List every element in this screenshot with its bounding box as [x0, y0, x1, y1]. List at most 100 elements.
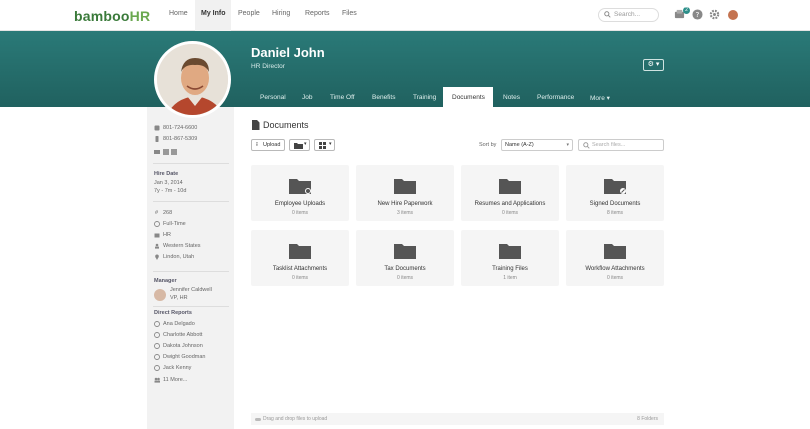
nav-hiring[interactable]: Hiring — [272, 10, 290, 17]
nav-home[interactable]: Home — [169, 10, 188, 17]
global-search-input[interactable]: Search... — [598, 8, 659, 22]
tab-performance[interactable]: Performance — [537, 94, 574, 101]
tab-benefits[interactable]: Benefits — [372, 94, 396, 101]
folder-resumes-and-applications[interactable]: Resumes and Applications 0 items — [461, 165, 559, 221]
employee-number-icon: # — [155, 210, 159, 216]
app-window: bambooHR Home My Info People Hiring Repo… — [0, 0, 810, 429]
svg-text:?: ? — [696, 10, 700, 19]
file-search-input[interactable]: Search files... — [578, 139, 664, 151]
upload-button[interactable]: ⭱ Upload — [251, 139, 285, 151]
sidebar-divider — [153, 163, 229, 164]
employee-job-title: HR Director — [251, 63, 285, 70]
new-folder-button[interactable]: ▾ — [289, 139, 310, 151]
folder-new-hire-paperwork[interactable]: New Hire Paperwork 3 items — [356, 165, 454, 221]
folder-add-icon — [294, 143, 303, 149]
clock-icon — [154, 221, 160, 227]
hire-date-value: Jan 3, 2014 — [154, 180, 183, 186]
direct-report-item[interactable]: Charlotte Abbott — [163, 332, 202, 338]
folder-count: 0 items — [291, 210, 309, 216]
sort-select-value: Name (A-Z) — [505, 142, 534, 148]
folder-icon — [499, 244, 521, 259]
folder-name: Signed Documents — [589, 201, 641, 207]
view-toggle-button[interactable]: ▾ — [314, 139, 335, 151]
folder-icon — [289, 179, 311, 194]
nav-files[interactable]: Files — [342, 10, 357, 17]
linkedin-icon[interactable] — [163, 149, 169, 155]
facebook-icon[interactable] — [171, 149, 177, 155]
chevron-down-icon: ▾ — [304, 141, 307, 147]
tab-notes[interactable]: Notes — [503, 94, 520, 101]
folder-icon — [604, 244, 626, 259]
logo-main: bamboo — [74, 8, 130, 24]
person-icon — [154, 332, 160, 338]
folder-name: Tax Documents — [384, 266, 426, 272]
direct-reports-label: Direct Reports — [154, 310, 192, 316]
bamboohr-logo[interactable]: bambooHR — [74, 8, 150, 24]
notification-badge: 2 — [683, 7, 690, 14]
folder-name: Resumes and Applications — [474, 201, 546, 207]
tab-time-off[interactable]: Time Off — [330, 94, 355, 101]
user-avatar-icon[interactable] — [728, 10, 738, 20]
settings-gear-icon[interactable] — [709, 9, 720, 20]
folder-count: 0 items — [291, 275, 309, 281]
hire-duration: 7y - 7m - 10d — [154, 188, 187, 194]
department-icon — [154, 233, 160, 238]
profile-settings-button[interactable]: ⚙ ▾ — [643, 59, 664, 71]
chevron-down-icon: ▾ — [329, 141, 332, 147]
direct-report-item[interactable]: Jack Kenny — [163, 365, 191, 371]
employee-sidebar — [147, 107, 234, 429]
tab-training[interactable]: Training — [413, 94, 436, 101]
division: Western States — [163, 243, 201, 249]
sidebar-divider — [153, 306, 229, 307]
folder-name: Employee Uploads — [274, 201, 326, 207]
folder-name: Tasklist Attachments — [272, 266, 328, 272]
people-group-icon — [154, 377, 160, 383]
nav-reports[interactable]: Reports — [305, 10, 330, 17]
sort-select[interactable]: Name (A-Z) ▾ — [501, 139, 573, 151]
mobile-phone-icon — [155, 136, 159, 142]
tab-job[interactable]: Job — [302, 94, 312, 101]
chevron-down-icon: ▾ — [566, 142, 569, 148]
upload-label: Upload — [263, 142, 281, 148]
folder-total: 8 Folders — [637, 416, 658, 422]
more-direct-reports-link[interactable]: 11 More... — [163, 377, 187, 383]
email-icon[interactable] — [154, 149, 160, 155]
folder-name: Workflow Attachments — [585, 266, 645, 272]
person-icon — [154, 354, 160, 360]
mobile-phone[interactable]: 801-867-5309 — [163, 136, 197, 142]
folder-signed-icon — [604, 179, 626, 194]
phone-icon — [154, 125, 160, 131]
folder-workflow-attachments[interactable]: Workflow Attachments 0 items — [566, 230, 664, 286]
folder-tasklist-attachments[interactable]: Tasklist Attachments 0 items — [251, 230, 349, 286]
direct-report-item[interactable]: Ana Delgado — [163, 321, 195, 327]
top-navigation: bambooHR Home My Info People Hiring Repo… — [0, 0, 810, 31]
location: Lindon, Utah — [163, 254, 195, 260]
tab-personal[interactable]: Personal — [260, 94, 286, 101]
tab-documents[interactable]: Documents — [452, 94, 485, 101]
employee-name: Daniel John — [251, 45, 325, 60]
direct-report-item[interactable]: Dakota Johnson — [163, 343, 203, 349]
folder-training-files[interactable]: Training Files 1 item — [461, 230, 559, 286]
work-phone[interactable]: 801-724-6600 — [163, 125, 197, 131]
nav-my-info[interactable]: My Info — [201, 10, 226, 17]
upload-icon: ⭱ — [256, 142, 258, 148]
folder-signed-documents[interactable]: Signed Documents 8 items — [566, 165, 664, 221]
sidebar-divider — [153, 271, 229, 272]
folder-count: 1 item — [503, 275, 517, 281]
nav-people[interactable]: People — [238, 10, 260, 17]
folder-employee-uploads[interactable]: Employee Uploads 0 items — [251, 165, 349, 221]
folder-name: Training Files — [492, 266, 528, 272]
manager-name[interactable]: Jennifer Caldwell — [170, 287, 212, 293]
direct-report-item[interactable]: Dwight Goodman — [163, 354, 206, 360]
manager-avatar[interactable] — [154, 289, 166, 301]
hire-date-label: Hire Date — [154, 171, 179, 177]
tab-more[interactable]: More ▾ — [590, 94, 610, 102]
drop-zone[interactable]: Drag and drop files to upload 8 Folders — [251, 413, 664, 425]
help-icon[interactable]: ? — [692, 9, 703, 20]
folder-tax-documents[interactable]: Tax Documents 0 items — [356, 230, 454, 286]
search-icon — [583, 142, 590, 149]
folder-name: New Hire Paperwork — [377, 201, 433, 207]
gear-dropdown-icon: ⚙ ▾ — [647, 61, 660, 68]
folder-count: 0 items — [396, 275, 414, 281]
folder-icon — [499, 179, 521, 194]
